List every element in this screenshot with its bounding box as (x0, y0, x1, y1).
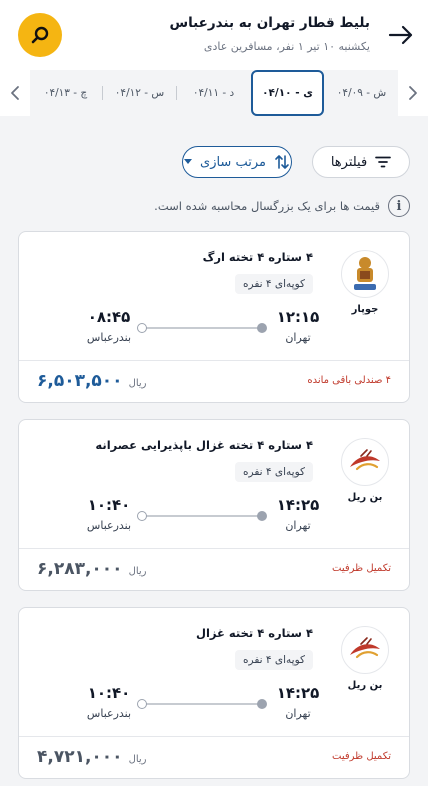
next-day-button[interactable] (402, 80, 424, 106)
company-name: بن ریل (347, 680, 383, 691)
search-button[interactable] (18, 13, 62, 57)
app-header: بلیط قطار تهران به بندرعباس یکشنبه ۱۰ تی… (0, 0, 428, 70)
company-logo (341, 438, 389, 486)
company-name: جوپار (351, 304, 379, 315)
departure-city: تهران (285, 707, 311, 720)
ticket-price: ۴,۷۲۱,۰۰۰ (37, 747, 123, 767)
back-arrow-icon[interactable] (388, 22, 414, 48)
date-divider (102, 86, 103, 100)
filters-button[interactable]: فیلترها (312, 146, 410, 178)
search-icon (31, 26, 49, 44)
date-item[interactable]: ش - ۰۴/۰۹ (325, 70, 398, 116)
currency-label: ریال (128, 754, 147, 765)
date-item[interactable]: س - ۰۴/۱۲ (103, 70, 176, 116)
arrival-time: ۱۰:۴۰ (87, 496, 131, 514)
origin-dot (257, 699, 267, 709)
departure-time: ۱۲:۱۵ (276, 308, 320, 326)
price-block: ریال ۴,۷۲۱,۰۰۰ (37, 747, 147, 767)
sort-label: مرتب سازی (200, 154, 266, 170)
filter-icon (375, 156, 392, 168)
notice-text: قیمت ها برای یک بزرگسال محاسبه شده است. (154, 199, 380, 213)
company-logo (341, 626, 389, 674)
coupe-badge: کوپه‌ای ۴ نفره (235, 650, 313, 670)
card-footer: تکمیل ظرفیت ریال ۴,۷۲۱,۰۰۰ (19, 736, 409, 780)
currency-label: ریال (128, 566, 147, 577)
origin-dot (257, 323, 267, 333)
departure-time: ۱۴:۲۵ (276, 684, 320, 702)
page-title: بلیط قطار تهران به بندرعباس (169, 15, 370, 31)
benrail-gazelle-icon (350, 637, 380, 659)
chevron-right-icon (409, 86, 417, 100)
sort-button[interactable]: مرتب سازی (182, 146, 292, 178)
filters-label: فیلترها (330, 154, 368, 170)
trip-summary: یکشنبه ۱۰ تیر ۱ نفر، مسافرین عادی (203, 40, 370, 53)
arrival-city: بندرعباس (86, 707, 132, 720)
train-result-card[interactable]: جوپار ۴ ستاره ۴ تخته ارگ کوپه‌ای ۴ نفره … (18, 231, 410, 403)
date-divider (176, 86, 177, 100)
price-block: ریال ۶,۵۰۳,۵۰۰ (37, 371, 147, 391)
seat-status: تکمیل ظرفیت (332, 751, 391, 762)
ticket-price: ۶,۲۸۳,۰۰۰ (37, 559, 123, 579)
coupe-badge: کوپه‌ای ۴ نفره (235, 274, 313, 294)
departure-time: ۱۴:۲۵ (276, 496, 320, 514)
card-footer: تکمیل ظرفیت ریال ۶,۲۸۳,۰۰۰ (19, 548, 409, 592)
company-name: بن ریل (347, 492, 383, 503)
train-result-card[interactable]: بن ریل ۴ ستاره ۴ تخته غزال کوپه‌ای ۴ نفر… (18, 607, 410, 779)
route-line (137, 511, 267, 521)
price-notice: i قیمت ها برای یک بزرگسال محاسبه شده است… (154, 194, 410, 218)
arrival-time: ۱۰:۴۰ (87, 684, 131, 702)
card-footer: ۴ صندلی باقی مانده ریال ۶,۵۰۳,۵۰۰ (19, 360, 409, 404)
wagon-type: ۴ ستاره ۴ تخته ارگ (202, 250, 313, 264)
benrail-gazelle-icon (350, 449, 380, 471)
card-details: بن ریل ۴ ستاره ۴ تخته غزال باپذیرایی عصر… (19, 420, 409, 548)
sort-arrows-icon (275, 155, 289, 169)
currency-label: ریال (128, 378, 147, 389)
chevron-left-icon (11, 86, 19, 100)
wagon-type: ۴ ستاره ۴ تخته غزال باپذیرایی عصرانه (95, 438, 313, 452)
wagon-type: ۴ ستاره ۴ تخته غزال (195, 626, 313, 640)
arrival-city: بندرعباس (86, 331, 132, 344)
date-item[interactable]: چ - ۰۴/۱۳ (29, 70, 102, 116)
seat-status: تکمیل ظرفیت (332, 563, 391, 574)
route-line (137, 323, 267, 333)
arrival-city: بندرعباس (86, 519, 132, 532)
jopar-crest-icon (354, 257, 376, 290)
date-selector: ش - ۰۴/۰۹ ی - ۰۴/۱۰ د - ۰۴/۱۱ س - ۰۴/۱۲ … (0, 70, 428, 116)
date-strip: ش - ۰۴/۰۹ ی - ۰۴/۱۰ د - ۰۴/۱۱ س - ۰۴/۱۲ … (30, 70, 398, 116)
departure-city: تهران (285, 331, 311, 344)
prev-day-button[interactable] (4, 80, 26, 106)
departure-city: تهران (285, 519, 311, 532)
seat-status: ۴ صندلی باقی مانده (307, 375, 391, 386)
date-item-selected[interactable]: ی - ۰۴/۱۰ (251, 70, 324, 116)
caret-down-icon (184, 159, 193, 164)
company-logo (341, 250, 389, 298)
origin-dot (257, 511, 267, 521)
date-item[interactable]: د - ۰۴/۱۱ (177, 70, 250, 116)
card-details: جوپار ۴ ستاره ۴ تخته ارگ کوپه‌ای ۴ نفره … (19, 232, 409, 360)
train-result-card[interactable]: بن ریل ۴ ستاره ۴ تخته غزال باپذیرایی عصر… (18, 419, 410, 591)
card-details: بن ریل ۴ ستاره ۴ تخته غزال کوپه‌ای ۴ نفر… (19, 608, 409, 736)
price-block: ریال ۶,۲۸۳,۰۰۰ (37, 559, 147, 579)
arrival-time: ۰۸:۴۵ (87, 308, 131, 326)
ticket-price: ۶,۵۰۳,۵۰۰ (37, 371, 123, 391)
coupe-badge: کوپه‌ای ۴ نفره (235, 462, 313, 482)
route-line (137, 699, 267, 709)
info-icon: i (388, 195, 410, 217)
